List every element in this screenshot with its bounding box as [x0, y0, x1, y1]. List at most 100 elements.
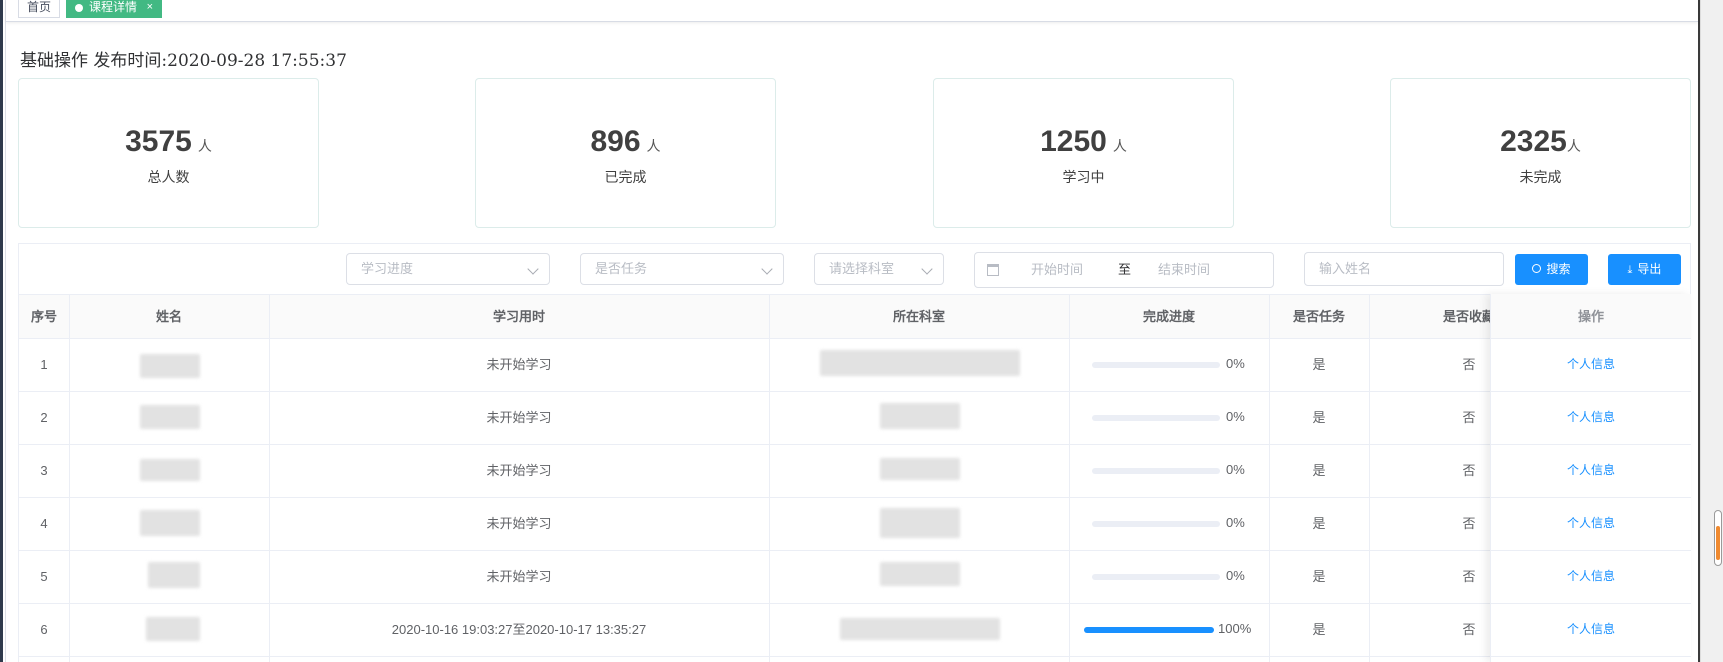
- name-redacted: [140, 510, 200, 536]
- close-icon[interactable]: ×: [147, 0, 153, 17]
- search-button-label: 搜索: [1546, 262, 1571, 276]
- start-time-input[interactable]: 开始时间: [1031, 253, 1083, 287]
- department-redacted: [880, 562, 960, 586]
- active-dot-icon: [75, 4, 83, 12]
- table-row-3-index: 3: [40, 463, 48, 478]
- progress-select-placeholder: 学习进度: [361, 261, 414, 276]
- progress-select[interactable]: 学习进度: [346, 253, 550, 285]
- column-header-operation: 操作: [1491, 294, 1691, 339]
- tab-course-detail[interactable]: 课程详情 ×: [66, 0, 163, 18]
- name-redacted: [148, 562, 200, 588]
- stat-card-unfinished: 2325人 未完成: [1390, 78, 1691, 228]
- table-row-2-index: 2: [40, 410, 48, 425]
- row-3-progress-bar: [1092, 468, 1220, 474]
- row-5-profile-link[interactable]: 个人信息: [1491, 550, 1691, 603]
- fixed-operation-column: 操作 个人信息 个人信息 个人信息 个人信息 个人信息 个人信息: [1490, 294, 1691, 662]
- table-row-5-index: 5: [40, 569, 48, 584]
- row-3-profile-link[interactable]: 个人信息: [1491, 444, 1691, 497]
- table-row-1-time: 未开始学习: [486, 357, 552, 372]
- left-divider: [5, 0, 6, 662]
- column-header-progress: 完成进度: [1142, 309, 1195, 324]
- column-divider: [1069, 294, 1070, 662]
- end-time-input[interactable]: 结束时间: [1158, 253, 1210, 287]
- stat-card-total: 3575 人 总人数: [18, 78, 319, 228]
- stat-unfinished-unit: 人: [1566, 138, 1581, 154]
- column-header-name: 姓名: [155, 309, 182, 324]
- department-select[interactable]: 请选择科室: [814, 253, 944, 285]
- column-header-time: 学习用时: [492, 309, 545, 324]
- row-4-task: 是: [1312, 516, 1326, 531]
- table-row-1-index: 1: [40, 357, 48, 372]
- range-separator: 至: [1118, 262, 1132, 277]
- department-select-placeholder: 请选择科室: [829, 261, 895, 276]
- stat-unfinished-label: 未完成: [1519, 169, 1562, 185]
- table-row-3-time: 未开始学习: [486, 463, 552, 478]
- task-select[interactable]: 是否任务: [580, 253, 784, 285]
- table-row-4-time: 未开始学习: [486, 516, 552, 531]
- name-search-placeholder: 输入姓名: [1319, 261, 1372, 276]
- calendar-icon: [987, 264, 999, 276]
- stat-total-unit: 人: [197, 138, 212, 154]
- stat-learning-label: 学习中: [1062, 169, 1105, 185]
- stat-total-label: 总人数: [147, 169, 190, 185]
- stat-unfinished-value: 2325: [1500, 125, 1567, 158]
- department-redacted: [840, 618, 1000, 640]
- name-search-input[interactable]: 输入姓名: [1304, 252, 1504, 286]
- stat-completed-value: 896: [590, 125, 641, 158]
- row-2-task: 是: [1312, 410, 1326, 425]
- search-icon: [1532, 264, 1542, 273]
- row-5-progress-bar: [1092, 574, 1220, 580]
- row-3-task: 是: [1312, 463, 1326, 478]
- row-4-progress-text: 0%: [1226, 515, 1245, 530]
- department-redacted: [880, 458, 960, 480]
- name-redacted: [146, 617, 200, 641]
- table-row-2-time: 未开始学习: [486, 410, 552, 425]
- row-2-progress-text: 0%: [1226, 409, 1245, 424]
- stat-learning-value: 1250: [1040, 125, 1107, 158]
- name-redacted: [140, 459, 200, 481]
- row-divider: [19, 656, 1691, 657]
- department-redacted: [880, 403, 960, 429]
- row-6-progress-fill: [1084, 627, 1214, 633]
- row-4-progress-bar: [1092, 521, 1220, 527]
- table-row-6-index: 6: [40, 622, 48, 637]
- date-range-picker[interactable]: 开始时间 至 结束时间: [974, 252, 1274, 288]
- scrollbar-thumb-marker: [1716, 526, 1720, 560]
- row-6-progress-bar: [1084, 627, 1214, 633]
- search-button[interactable]: 搜索: [1515, 254, 1588, 285]
- column-header-department: 所在科室: [892, 309, 945, 324]
- department-redacted: [820, 350, 1020, 376]
- row-divider: [19, 294, 1691, 295]
- stat-learning-unit: 人: [1112, 138, 1127, 154]
- chevron-down-icon: [921, 263, 933, 275]
- export-button-label: 导出: [1637, 262, 1662, 276]
- department-redacted: [880, 508, 960, 538]
- row-1-progress-bar: [1092, 362, 1220, 368]
- tab-course-detail-label: 课程详情: [89, 0, 138, 14]
- table-row-5-time: 未开始学习: [486, 569, 552, 584]
- tab-home[interactable]: 首页: [18, 0, 61, 18]
- row-6-task: 是: [1312, 622, 1326, 637]
- stat-total-value: 3575: [125, 125, 192, 158]
- row-5-progress-text: 0%: [1226, 568, 1245, 583]
- chevron-down-icon: [527, 263, 539, 275]
- row-6-progress-text: 100%: [1218, 621, 1252, 636]
- row-6-profile-link[interactable]: 个人信息: [1491, 603, 1691, 656]
- task-select-placeholder: 是否任务: [595, 261, 648, 276]
- stat-completed-label: 已完成: [604, 169, 647, 185]
- row-5-task: 是: [1312, 569, 1326, 584]
- row-1-profile-link[interactable]: 个人信息: [1491, 338, 1691, 391]
- row-1-task: 是: [1312, 357, 1326, 372]
- row-1-progress-text: 0%: [1226, 356, 1245, 371]
- column-header-index: 序号: [30, 309, 57, 324]
- export-button[interactable]: ⤓ 导出: [1608, 254, 1681, 285]
- row-4-profile-link[interactable]: 个人信息: [1491, 497, 1691, 550]
- row-2-profile-link[interactable]: 个人信息: [1491, 391, 1691, 444]
- row-2-progress-bar: [1092, 415, 1220, 421]
- chevron-down-icon: [761, 263, 773, 275]
- row-divider: [1491, 656, 1691, 657]
- download-icon: ⤓: [1627, 264, 1633, 276]
- table-row-4-index: 4: [40, 516, 48, 531]
- left-window-edge: [0, 0, 3, 662]
- stat-card-completed: 896 人 已完成: [475, 78, 776, 228]
